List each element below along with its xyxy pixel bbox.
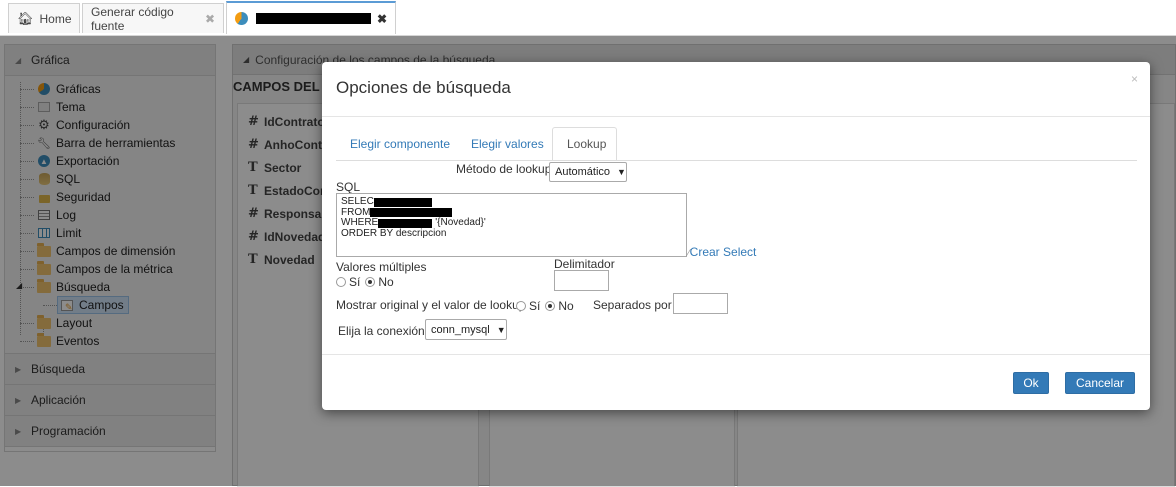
lookup-method-select[interactable]: Automático ▼ [549,162,627,182]
tab-label: Lookup [567,137,607,151]
show-original-radios: Sí No [516,299,574,313]
radio-yes[interactable] [516,301,526,311]
redacted-text [370,208,453,218]
tab-generate-source[interactable]: Generar código fuente ✖ [82,3,224,33]
tab-generate-source-label: Generar código fuente [91,4,174,33]
select-value: conn_mysql [431,323,490,336]
tab-bar: 🏠︎ Home Generar código fuente ✖ ✖ [0,0,1176,36]
caret-down-icon: ▼ [617,167,626,177]
radio-yes-label: Sí [349,275,361,289]
multiple-values-radios: Sí No [336,275,394,289]
close-icon[interactable]: × [1131,72,1138,86]
connection-label: Elija la conexión [338,324,425,338]
radio-yes[interactable] [336,277,346,287]
tab-label: Elegir valores [471,137,544,151]
tab-home-label: Home [39,11,72,26]
tab-lookup[interactable]: Lookup [552,127,617,161]
radio-no-label: No [558,299,574,313]
delimiter-input[interactable] [554,270,609,291]
tab-elegir-componente[interactable]: Elegir componente [336,127,464,161]
multiple-values-label: Valores múltiples [336,260,427,274]
pie-chart-icon [235,12,248,25]
select-value: Automático [555,166,611,178]
tab-elegir-valores[interactable]: Elegir valores [457,127,558,161]
sql-textarea[interactable]: SELEC FROM WHERE '{Novedad}' ORDER BY de… [336,193,687,257]
sql-label: SQL [336,180,361,194]
sql-line: SELEC [341,196,374,207]
sql-line-tail: '{Novedad}' [435,217,486,228]
redacted-tab-label [255,13,371,24]
sql-line: ORDER BY descripcion [341,227,447,239]
radio-yes-label: Sí [529,299,541,313]
tab-chart-current[interactable]: ✖ [226,1,396,34]
close-icon[interactable]: ✖ [377,12,387,26]
search-options-modal: Opciones de búsqueda × Elegir componente… [322,62,1150,410]
sql-line: WHERE [341,217,379,228]
redacted-text [378,218,433,228]
home-icon: 🏠︎ [17,10,34,26]
tab-label: Elegir componente [350,137,451,151]
close-icon[interactable]: ✖ [205,12,215,26]
tab-home[interactable]: 🏠︎ Home [8,3,80,33]
show-original-label: Mostrar original y el valor de lookup [336,298,526,312]
separated-by-label: Separados por [593,298,672,312]
lookup-method-label: Método de lookup [456,162,552,176]
radio-no-label: No [378,275,394,289]
modal-title: Opciones de búsqueda [336,78,511,97]
connection-select[interactable]: conn_mysql ▼ [425,319,507,340]
create-select-link[interactable]: ⁄Crear Select [688,245,756,259]
radio-no[interactable] [365,277,376,287]
caret-down-icon: ▼ [496,324,506,335]
radio-no[interactable] [545,301,556,311]
delimiter-label: Delimitador [554,257,615,271]
redacted-text [373,197,432,207]
link-label: Crear Select [689,245,757,259]
ok-button[interactable]: Ok [1013,372,1049,394]
cancel-button[interactable]: Cancelar [1065,372,1135,394]
separated-by-input[interactable] [673,293,728,314]
